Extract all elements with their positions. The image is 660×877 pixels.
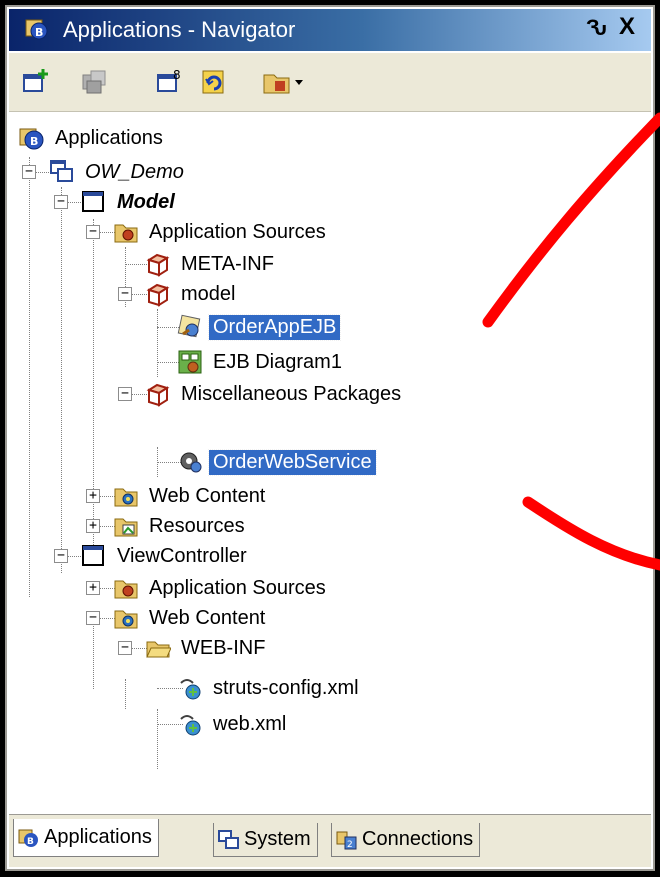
annotation-arrows	[482, 112, 660, 571]
annotation-arrow-upper	[482, 112, 660, 328]
annotation-arrow-lower	[522, 496, 660, 571]
